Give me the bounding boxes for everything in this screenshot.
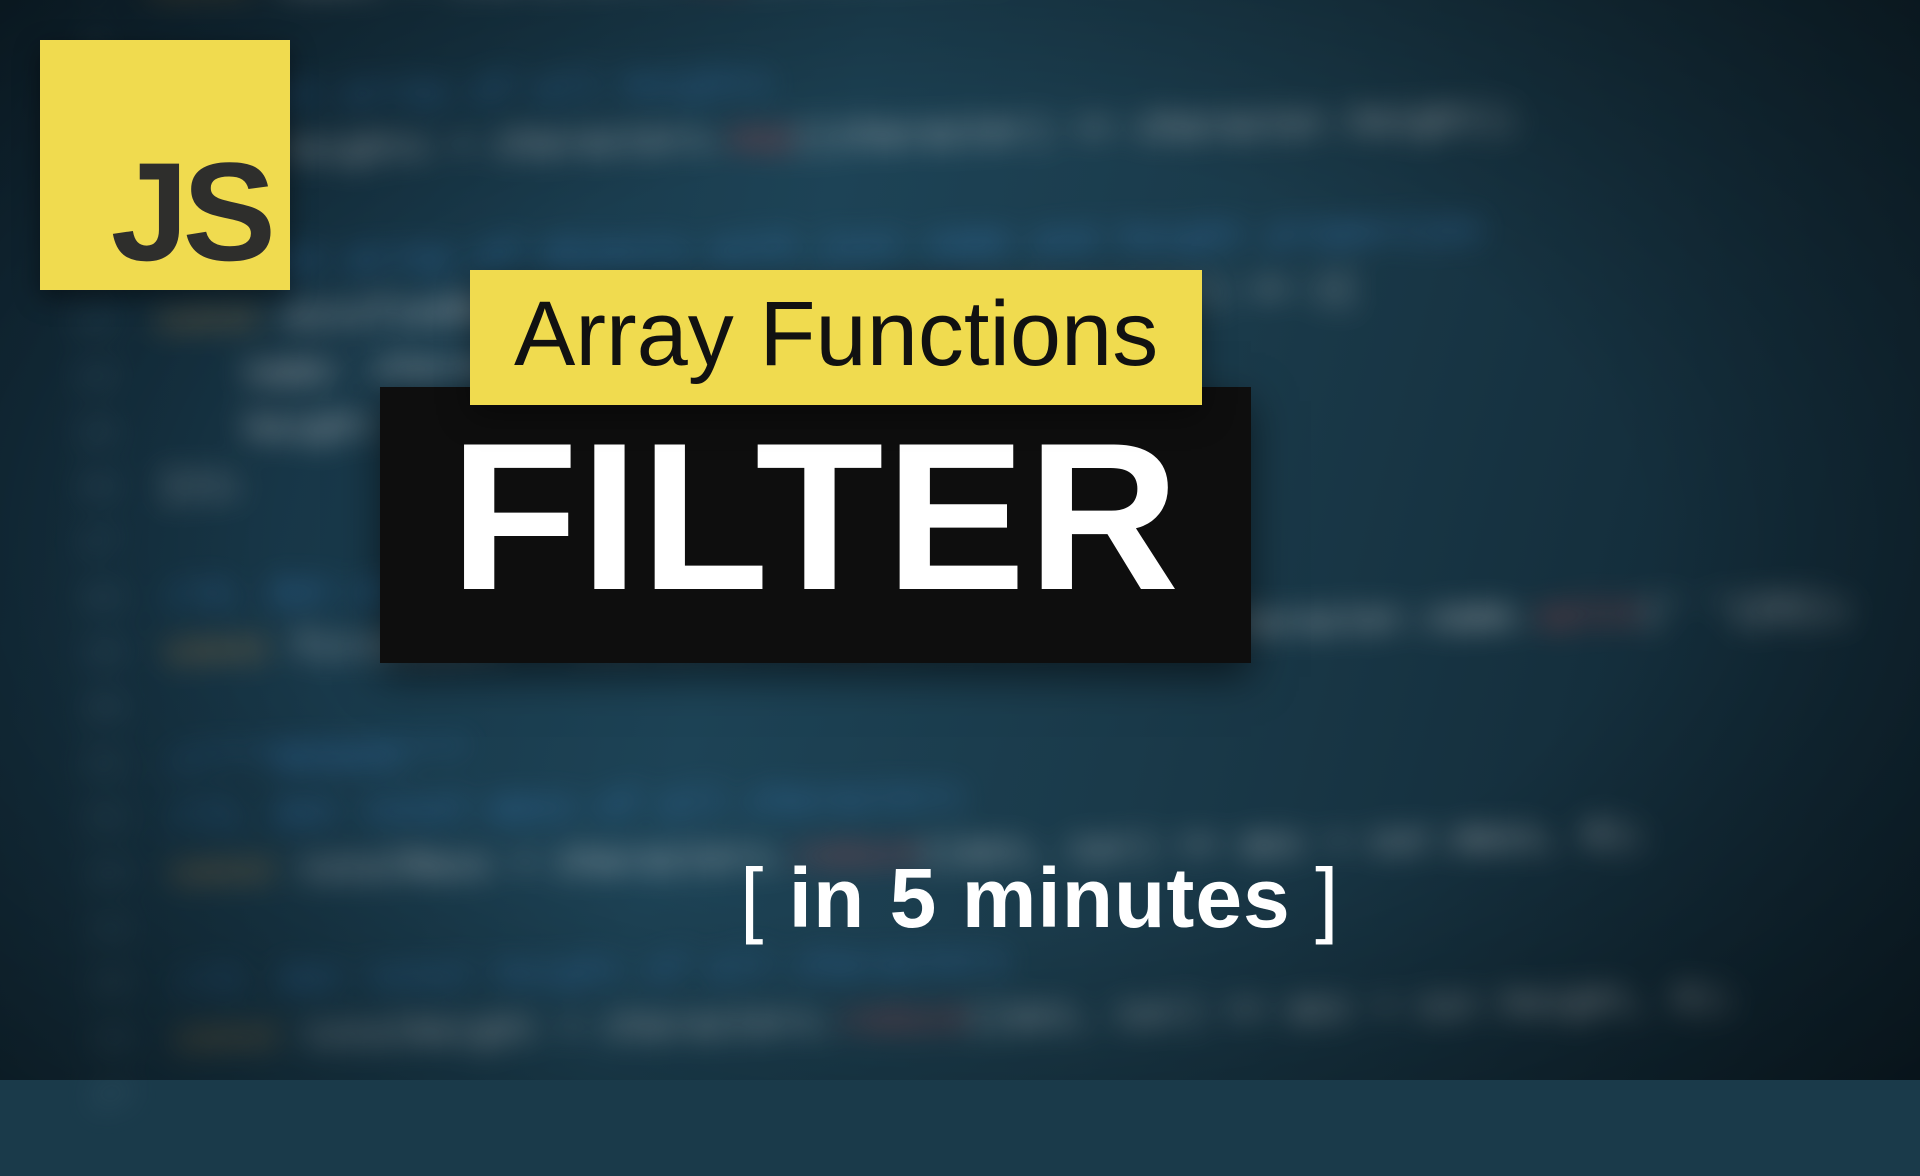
subtitle-banner: Array Functions	[470, 270, 1202, 405]
js-logo: JS	[40, 40, 290, 290]
title-stack: Array Functions FILTER	[380, 270, 1251, 663]
bracket-open: [	[740, 851, 764, 945]
main-title-banner: FILTER	[380, 387, 1251, 663]
tagline-text: in 5 minutes	[764, 851, 1315, 945]
bracket-close: ]	[1315, 851, 1339, 945]
js-logo-text: JS	[111, 142, 270, 282]
tagline: [ in 5 minutes ]	[740, 850, 1339, 947]
